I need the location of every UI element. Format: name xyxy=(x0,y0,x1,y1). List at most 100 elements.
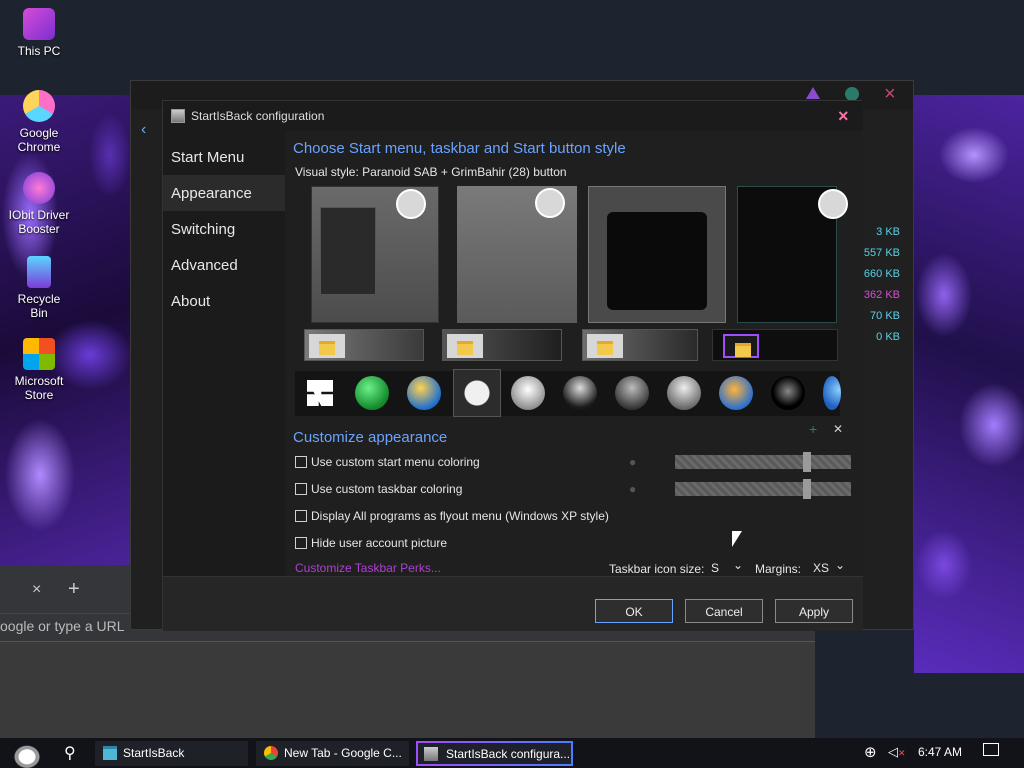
cancel-button[interactable]: Cancel xyxy=(685,599,763,623)
nav-item-appearance[interactable]: Appearance xyxy=(163,175,285,211)
taskbar-item-config[interactable]: StartIsBack configura... xyxy=(416,741,573,766)
grey-orb-icon[interactable] xyxy=(615,376,649,410)
desktop-icon-store[interactable]: Microsoft Store xyxy=(8,338,70,402)
slider-knob[interactable] xyxy=(803,452,811,472)
nav-item-switching[interactable]: Switching xyxy=(163,211,285,247)
checkbox[interactable] xyxy=(295,537,307,549)
option-taskbar-coloring[interactable]: Use custom taskbar coloring xyxy=(295,482,462,496)
icon-size-label: Taskbar icon size: xyxy=(609,562,705,576)
sidebar-nav: Start Menu Appearance Switching Advanced… xyxy=(163,131,285,576)
start-menu-opacity-slider[interactable] xyxy=(675,452,851,472)
dialog-footer: OK Cancel Apply xyxy=(163,576,863,631)
taskbar-item-startisback[interactable]: StartIsBack xyxy=(95,741,248,766)
this-pc-icon xyxy=(23,8,55,40)
desktop-icon-this-pc[interactable]: This PC xyxy=(8,8,70,58)
config-icon xyxy=(424,747,438,761)
color-orb-icon[interactable] xyxy=(719,376,753,410)
taskbar-style-2[interactable] xyxy=(442,329,562,361)
user-avatar-icon xyxy=(818,189,848,219)
recycle-bin-icon xyxy=(27,256,51,288)
folder-icon xyxy=(103,746,117,760)
start-button-strip xyxy=(295,369,841,417)
grimbahir-orb-icon[interactable] xyxy=(453,369,501,417)
apply-button[interactable]: Apply xyxy=(775,599,853,623)
start-menu-style-3[interactable] xyxy=(588,186,726,323)
back-arrow-icon[interactable]: ‹ xyxy=(141,121,146,139)
user-avatar-icon xyxy=(396,189,426,219)
taskbar-opacity-slider[interactable] xyxy=(675,479,851,499)
visual-style-label: Visual style: Paranoid SAB + GrimBahir (… xyxy=(295,165,567,179)
wallpaper-left xyxy=(0,95,130,565)
chrome-icon xyxy=(264,746,278,760)
start-button-dragon-icon[interactable] xyxy=(8,740,46,768)
style-heading: Choose Start menu, taskbar and Start but… xyxy=(293,140,626,157)
search-icon[interactable]: ⚲ xyxy=(64,743,76,763)
driver-booster-icon xyxy=(23,172,55,204)
dark-orb-icon[interactable] xyxy=(563,376,597,410)
checkbox[interactable] xyxy=(295,456,307,468)
black-orb-icon[interactable] xyxy=(771,376,805,410)
volume-muted-icon[interactable]: ◁✕ xyxy=(888,744,906,760)
nav-item-start-menu[interactable]: Start Menu xyxy=(163,139,285,175)
start-menu-style-2[interactable] xyxy=(457,186,577,323)
taskbar-item-chrome[interactable]: New Tab - Google C... xyxy=(256,741,409,766)
close-button[interactable]: × xyxy=(838,106,849,127)
ok-button[interactable]: OK xyxy=(595,599,673,623)
checkbox[interactable] xyxy=(295,510,307,522)
close-icon[interactable]: × xyxy=(884,83,896,106)
triangle-icon xyxy=(806,87,820,99)
new-tab-button[interactable]: + xyxy=(68,578,80,601)
folder-icon xyxy=(447,334,483,358)
app-icon xyxy=(171,109,185,123)
chrome-icon xyxy=(23,90,55,122)
option-flyout-menu[interactable]: Display All programs as flyout menu (Win… xyxy=(295,509,609,523)
option-hide-user-picture[interactable]: Hide user account picture xyxy=(295,536,447,550)
taskbar-style-3[interactable] xyxy=(582,329,698,361)
desktop-icon-recycle-bin[interactable]: Recycle Bin xyxy=(8,256,70,320)
clock[interactable]: 6:47 AM xyxy=(918,745,962,759)
taskbar: ⚲ StartIsBack New Tab - Google C... Star… xyxy=(0,738,1024,768)
add-icon[interactable]: + xyxy=(809,421,817,437)
browser-content xyxy=(0,641,815,740)
dialog-title: StartIsBack configuration xyxy=(191,109,325,123)
win7-orb-icon[interactable] xyxy=(407,376,441,410)
folder-icon xyxy=(309,334,345,358)
start-menu-style-4[interactable] xyxy=(737,186,848,323)
chevron-down-icon: ⌄ xyxy=(834,558,845,572)
silver-orb-icon[interactable] xyxy=(667,376,701,410)
desktop-icon-chrome[interactable]: Google Chrome xyxy=(8,90,70,154)
blue-orb-icon[interactable] xyxy=(823,376,841,410)
customize-heading: Customize appearance xyxy=(293,429,448,446)
drop-icon: ● xyxy=(629,482,637,496)
checkbox[interactable] xyxy=(295,483,307,495)
network-icon[interactable]: ⊕ xyxy=(864,743,877,761)
drop-icon: ● xyxy=(629,455,637,469)
remove-icon[interactable]: ✕ xyxy=(833,422,843,436)
appearance-panel: Choose Start menu, taskbar and Start but… xyxy=(285,131,863,580)
close-tab-button[interactable]: × xyxy=(32,581,41,599)
wallpaper-right xyxy=(914,95,1024,673)
circle-icon xyxy=(845,87,859,101)
notification-icon[interactable] xyxy=(983,743,999,756)
clover-orb-icon[interactable] xyxy=(355,376,389,410)
nav-item-about[interactable]: About xyxy=(163,283,285,319)
slider-knob[interactable] xyxy=(803,479,811,499)
white-orb-icon[interactable] xyxy=(511,376,545,410)
folder-icon xyxy=(723,334,759,358)
store-icon xyxy=(23,338,55,370)
startisback-dialog: StartIsBack configuration × Start Menu A… xyxy=(162,100,863,631)
desktop-icon-driver-booster[interactable]: IObit Driver Booster xyxy=(8,172,70,236)
nav-item-advanced[interactable]: Advanced xyxy=(163,247,285,283)
folder-icon xyxy=(587,334,623,358)
taskbar-style-4[interactable] xyxy=(712,329,838,361)
user-avatar-icon xyxy=(535,188,565,218)
chevron-down-icon: ⌄ xyxy=(732,558,743,572)
option-start-menu-coloring[interactable]: Use custom start menu coloring xyxy=(295,455,480,469)
windows-logo-icon[interactable] xyxy=(307,380,333,406)
dialog-titlebar: StartIsBack configuration × xyxy=(163,101,863,131)
customize-perks-link[interactable]: Customize Taskbar Perks... xyxy=(295,561,441,575)
start-menu-style-1[interactable] xyxy=(311,186,439,323)
margins-label: Margins: xyxy=(755,562,802,576)
taskbar-style-1[interactable] xyxy=(304,329,424,361)
mouse-cursor-icon xyxy=(732,531,742,547)
